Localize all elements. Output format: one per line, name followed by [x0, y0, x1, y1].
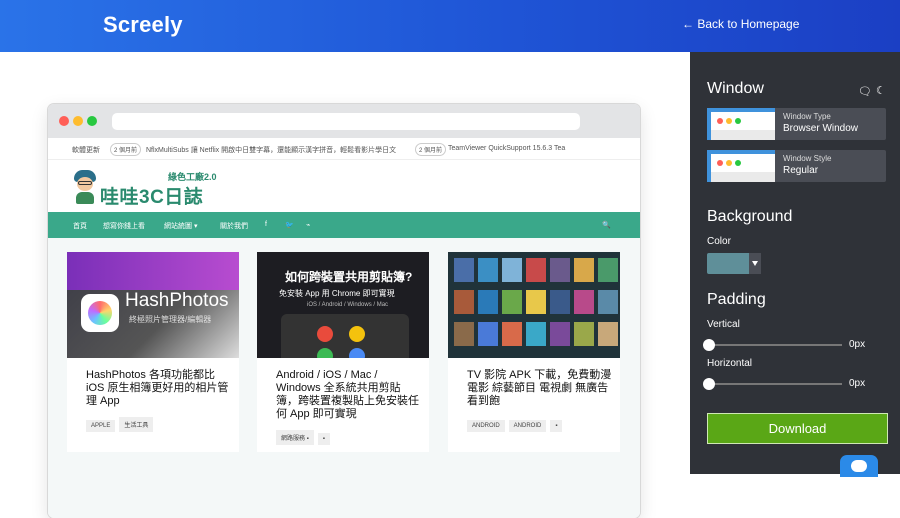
browser-chrome — [48, 104, 640, 138]
nav-item: 網站統圖 ▾ — [164, 223, 198, 230]
nav-item: 關於我們 — [220, 223, 248, 230]
moon-icon[interactable]: ☾ — [876, 84, 886, 97]
back-to-homepage-link[interactable]: ← Back to Homepage — [682, 17, 799, 31]
phone-illustration — [281, 314, 409, 358]
thumb-title: 如何跨裝置共用剪貼簿? — [285, 270, 413, 284]
address-bar — [112, 113, 580, 130]
post-thumbnail: HashPhotos 終極照片管理器/編輯器 — [67, 252, 239, 358]
ticker-badge: 2 個月前 — [110, 143, 142, 156]
window-type-select[interactable]: Window Type Browser Window — [707, 108, 886, 140]
post-tags: APPLE 生活工具 — [86, 414, 157, 432]
post-tag: ANDROID — [508, 420, 547, 432]
mascot-avatar-icon — [73, 170, 97, 204]
settings-panel: Window 🗨 ☾ Window Type Browser Window Wi… — [690, 52, 900, 477]
speech-bubble-icon[interactable]: 🗨 — [858, 85, 872, 98]
maximize-dot-icon — [87, 116, 97, 126]
window-type-label: Window Type — [783, 112, 831, 121]
nav-item: 想寫你錢上看 — [103, 223, 145, 230]
horizontal-padding-value: 0px — [849, 378, 866, 389]
color-label: Color — [707, 236, 731, 247]
site-header: 綠色工廠2.0 哇哇3C日誌 — [48, 160, 640, 212]
download-button[interactable]: Download — [707, 413, 888, 444]
window-type-value: Browser Window — [783, 123, 859, 134]
post-tag: ▪ — [317, 433, 330, 445]
app-icon — [349, 348, 365, 358]
ticker-item: NflxMultiSubs 讓 Netflix 開啟中日雙字幕，還能顯示漢字拼音… — [146, 147, 397, 154]
padding-heading: Padding — [707, 291, 766, 308]
post-card: TV 影院 APK 下載，免費動漫 電影 綜藝節目 電視劇 無廣告看到飽 AND… — [448, 252, 620, 452]
post-card: HashPhotos 終極照片管理器/編輯器 HashPhotos 各項功能都比… — [67, 252, 239, 452]
hashphotos-logo-icon — [81, 294, 119, 332]
post-tag: ▪ — [550, 420, 563, 432]
window-heading: Window — [707, 80, 764, 97]
horizontal-padding-slider[interactable] — [703, 378, 842, 390]
window-style-select[interactable]: Window Style Regular — [707, 150, 886, 182]
chat-icon — [851, 460, 867, 472]
post-thumbnail — [448, 252, 620, 358]
post-tag: 網路服務 ▪ — [276, 430, 314, 445]
top-header: Screely ← Back to Homepage — [0, 0, 900, 52]
brand-logo[interactable]: Screely — [103, 12, 183, 38]
thumb-subtitle: 終極照片管理器/編輯器 — [129, 315, 212, 324]
rss-icon: ⌁ — [306, 222, 311, 229]
post-title: Android / iOS / Mac / Windows 全系統共用剪貼簿，跨… — [276, 369, 419, 420]
site-name: 哇哇3C日誌 — [100, 187, 204, 208]
minimize-dot-icon — [73, 116, 83, 126]
post-title: TV 影院 APK 下載，免費動漫 電影 綜藝節目 電視劇 無廣告看到飽 — [467, 369, 612, 407]
color-picker[interactable] — [707, 253, 761, 274]
post-tags: 網路服務 ▪ ▪ — [276, 427, 334, 445]
post-title: HashPhotos 各項功能都比 iOS 原生相簿更好用的相片管理 App — [86, 369, 229, 407]
vertical-padding-value: 0px — [849, 339, 866, 350]
post-card: 如何跨裝置共用剪貼簿? 免安裝 App 用 Chrome 即可實現 iOS / … — [257, 252, 429, 452]
vertical-label: Vertical — [707, 319, 740, 330]
post-tag: 生活工具 — [119, 417, 154, 432]
thumb-title: HashPhotos — [125, 290, 229, 311]
vertical-padding-slider[interactable] — [703, 339, 842, 351]
preview-canvas: 軟體更新 2 個月前 NflxMultiSubs 讓 Netflix 開啟中日雙… — [0, 52, 690, 518]
chrome-icon — [349, 326, 365, 342]
nav-item: 首頁 — [73, 223, 87, 230]
background-heading: Background — [707, 208, 793, 225]
slider-handle[interactable] — [703, 378, 715, 390]
news-ticker: 軟體更新 2 個月前 NflxMultiSubs 讓 Netflix 開啟中日雙… — [48, 138, 640, 160]
horizontal-label: Horizontal — [707, 358, 753, 369]
close-dot-icon — [59, 116, 69, 126]
chevron-down-icon[interactable] — [749, 253, 761, 274]
thumb-subtitle: 免安裝 App 用 Chrome 即可實現 — [279, 289, 395, 298]
app-icon — [317, 348, 333, 358]
twitter-icon: 🐦 — [285, 222, 294, 229]
post-tags: ANDROID ANDROID ▪ — [467, 414, 566, 432]
site-nav: 首頁 想寫你錢上看 網站統圖 ▾ 關於我們 f 🐦 ⌁ 🔍 — [48, 212, 640, 238]
slider-handle[interactable] — [703, 339, 715, 351]
ticker-item: TeamViewer QuickSupport 15.6.3 Tea — [448, 145, 566, 152]
search-icon: 🔍 — [602, 222, 611, 229]
post-tag: ANDROID — [467, 420, 505, 432]
ticker-label: 軟體更新 — [72, 147, 100, 154]
post-tag: APPLE — [86, 420, 116, 432]
window-style-value: Regular — [783, 165, 819, 176]
ticker-badge: 2 個月前 — [415, 143, 447, 156]
thumb-caption: iOS / Android / Windows / Mac — [307, 302, 389, 308]
browser-window-preview: 軟體更新 2 個月前 NflxMultiSubs 讓 Netflix 開啟中日雙… — [48, 104, 640, 518]
post-thumbnail: 如何跨裝置共用剪貼簿? 免安裝 App 用 Chrome 即可實現 iOS / … — [257, 252, 429, 358]
window-style-label: Window Style — [783, 154, 832, 163]
facebook-icon: f — [265, 221, 267, 228]
app-icon — [317, 326, 333, 342]
